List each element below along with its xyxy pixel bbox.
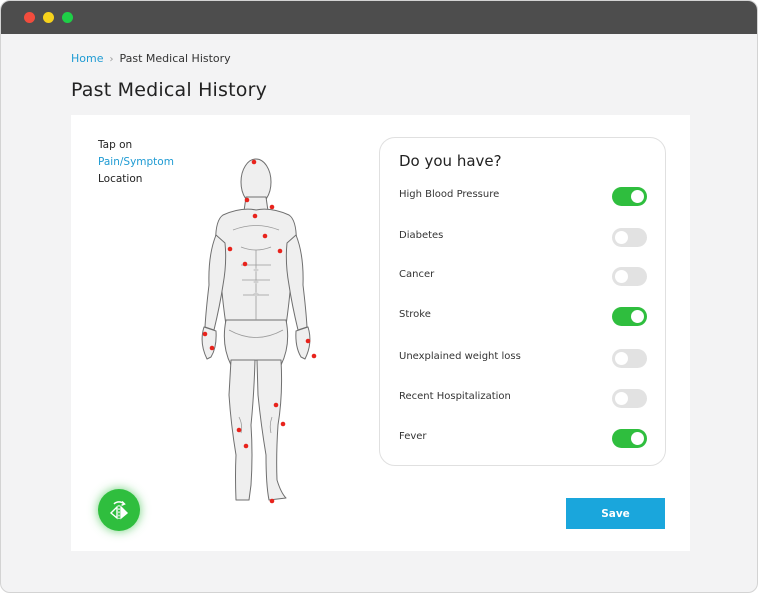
pelvis[interactable] bbox=[223, 319, 289, 366]
pain-point-marker[interactable] bbox=[242, 261, 248, 267]
flip-body-icon bbox=[109, 500, 129, 520]
pain-point-marker[interactable] bbox=[252, 213, 258, 219]
condition-label: Cancer bbox=[399, 269, 435, 280]
condition-toggle[interactable] bbox=[612, 429, 647, 448]
breadcrumb-home-link[interactable]: Home bbox=[71, 52, 103, 65]
condition-label: Unexplained weight loss bbox=[399, 351, 521, 362]
pain-point-marker[interactable] bbox=[269, 204, 275, 210]
chevron-right-icon: › bbox=[109, 54, 114, 65]
body-map[interactable] bbox=[201, 155, 321, 505]
condition-row: Unexplained weight loss bbox=[399, 348, 647, 370]
minimize-window-button[interactable] bbox=[43, 12, 54, 23]
tap-hint-line1: Tap on bbox=[98, 139, 133, 151]
condition-toggle[interactable] bbox=[612, 187, 647, 206]
condition-toggle[interactable] bbox=[612, 389, 647, 408]
pain-point-marker[interactable] bbox=[209, 345, 215, 351]
pain-point-marker[interactable] bbox=[251, 159, 257, 165]
pain-point-marker[interactable] bbox=[236, 427, 242, 433]
condition-label: Fever bbox=[399, 431, 427, 442]
pain-point-marker[interactable] bbox=[311, 353, 317, 359]
maximize-window-button[interactable] bbox=[62, 12, 73, 23]
browser-window: Home › Past Medical History Past Medical H… bbox=[0, 0, 758, 593]
condition-label: High Blood Pressure bbox=[399, 189, 500, 200]
pain-point-marker[interactable] bbox=[227, 246, 233, 252]
condition-label: Stroke bbox=[399, 309, 431, 320]
pain-point-marker[interactable] bbox=[202, 331, 208, 337]
pain-point-marker[interactable] bbox=[262, 233, 268, 239]
pain-point-marker[interactable] bbox=[273, 402, 279, 408]
condition-row: High Blood Pressure bbox=[399, 186, 647, 208]
pain-point-marker[interactable] bbox=[280, 421, 286, 427]
condition-toggle[interactable] bbox=[612, 349, 647, 368]
window-titlebar bbox=[1, 1, 757, 34]
condition-label: Diabetes bbox=[399, 230, 444, 241]
condition-row: Cancer bbox=[399, 266, 647, 288]
left-leg[interactable] bbox=[228, 359, 256, 501]
close-window-button[interactable] bbox=[24, 12, 35, 23]
condition-row: Stroke bbox=[399, 306, 647, 328]
conditions-panel: Do you have? High Blood Pressure Diabetes… bbox=[379, 137, 666, 466]
medical-history-card: Tap on Pain/Symptom Location Do you have… bbox=[71, 115, 690, 551]
pain-point-marker[interactable] bbox=[305, 338, 311, 344]
pain-point-marker[interactable] bbox=[269, 498, 275, 504]
breadcrumb: Home › Past Medical History bbox=[71, 52, 231, 65]
left-hand[interactable] bbox=[201, 326, 217, 360]
condition-toggle[interactable] bbox=[612, 307, 647, 326]
tap-hint-line3: Location bbox=[98, 173, 143, 185]
save-button[interactable]: Save bbox=[566, 498, 665, 529]
right-arm[interactable] bbox=[285, 234, 308, 331]
pain-point-marker[interactable] bbox=[243, 443, 249, 449]
condition-label: Recent Hospitalization bbox=[399, 391, 511, 402]
condition-row: Recent Hospitalization bbox=[399, 388, 647, 410]
right-leg[interactable] bbox=[256, 359, 287, 501]
condition-toggle[interactable] bbox=[612, 228, 647, 247]
tap-hint-line2: Pain/Symptom bbox=[98, 156, 174, 168]
flip-body-button[interactable] bbox=[98, 489, 140, 531]
condition-row: Diabetes bbox=[399, 227, 647, 249]
pain-point-marker[interactable] bbox=[244, 197, 250, 203]
pain-point-marker[interactable] bbox=[277, 248, 283, 254]
page-title: Past Medical History bbox=[71, 79, 268, 101]
condition-row: Fever bbox=[399, 428, 647, 450]
left-arm[interactable] bbox=[204, 234, 227, 331]
breadcrumb-current: Past Medical History bbox=[119, 52, 231, 65]
panel-title: Do you have? bbox=[399, 152, 502, 170]
tap-hint: Tap on Pain/Symptom Location bbox=[98, 137, 174, 188]
condition-toggle[interactable] bbox=[612, 267, 647, 286]
